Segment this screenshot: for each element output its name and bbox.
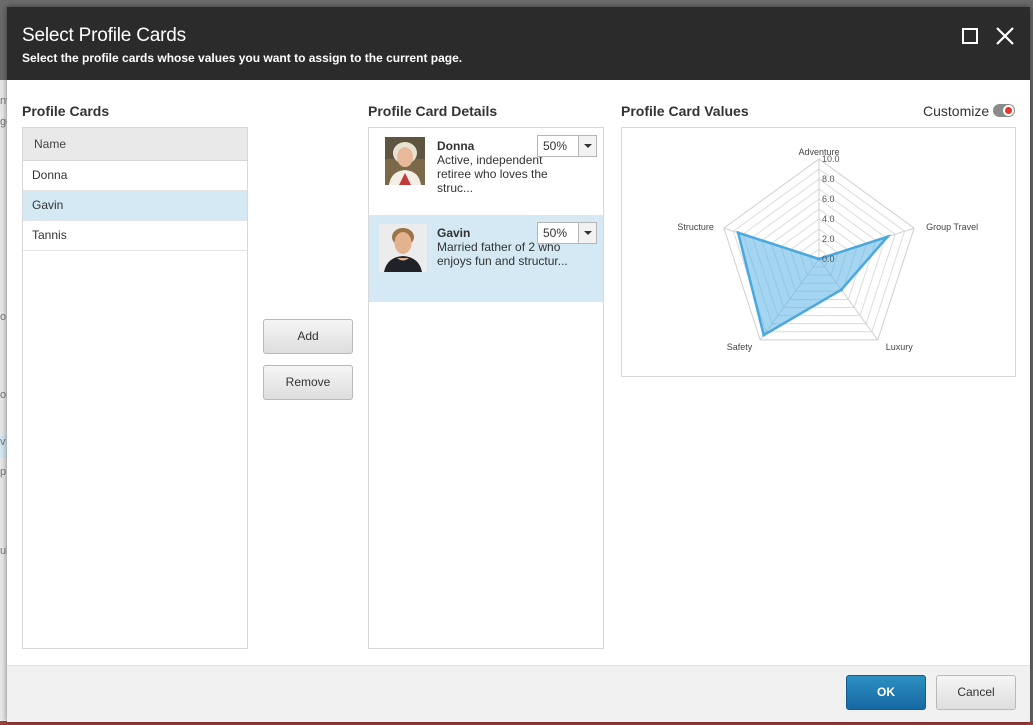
close-button[interactable] [994,25,1016,47]
detail-description: Married father of 2 who enjoys fun and s… [437,240,568,268]
axis-label: Luxury [886,342,914,352]
dialog-subtitle: Select the profile cards whose values yo… [22,51,463,65]
background-text-fragment: or [0,389,7,401]
profile-card-values-heading: Profile Card Values [621,103,749,119]
series-area [736,230,892,337]
data-point [762,333,766,337]
data-point [736,231,740,235]
profile-card-values-chart: 0.0 2.0 4.0 6.0 8.0 10.0 Adventure Group Travel… [621,127,1016,377]
percentage-value: 50% [543,139,568,153]
scale-label: 4.0 [822,214,835,224]
axis-label: Adventure [798,147,839,157]
dialog-footer: OK Cancel [7,665,1030,722]
detail-name: Gavin [437,226,471,240]
data-point [817,257,821,261]
toggle-knob [1003,105,1014,116]
customize-toggle[interactable] [993,104,1015,117]
scale-label: 0.0 [822,254,835,264]
axis-label: Group Travel [926,222,978,232]
background-text-fragment: o [0,311,7,323]
avatar [379,224,427,272]
data-point [885,235,889,239]
background-text-fragment: ge [0,116,7,128]
profile-cards-heading: Profile Cards [22,103,110,119]
profile-card-details-heading: Profile Card Details [368,103,498,119]
percentage-select[interactable]: 50% [537,222,597,244]
list-item[interactable]: Donna [23,161,247,191]
radar-chart: 0.02.04.06.08.010.0AdventureGroup Travel… [677,147,978,352]
chevron-down-icon[interactable] [578,223,596,243]
column-header-name[interactable]: Name [23,128,247,161]
profile-card-details-list: Donna Active, independent retiree who lo… [368,127,604,649]
profile-cards-list: Name Donna Gavin Tannis [22,127,248,649]
chevron-down-icon[interactable] [578,136,596,156]
dialog-header: Select Profile Cards Select the profile … [7,7,1030,80]
axis-label: Structure [677,222,714,232]
ok-button[interactable]: OK [846,675,926,710]
background-text-fragment: p [0,466,7,478]
select-profile-cards-dialog: Select Profile Cards Select the profile … [7,7,1030,722]
detail-description: Active, independent retiree who loves th… [437,153,548,195]
list-item[interactable]: Tannis [23,221,247,251]
background-text-fragment: nt [0,95,7,107]
maximize-button[interactable] [959,25,981,47]
remove-button[interactable]: Remove [263,365,353,400]
detail-item-donna[interactable]: Donna Active, independent retiree who lo… [369,128,603,215]
percentage-value: 50% [543,226,568,240]
maximize-icon [962,28,978,44]
background-text-fragment: v [0,436,7,458]
percentage-select[interactable]: 50% [537,135,597,157]
background-page [0,80,7,725]
scale-label: 2.0 [822,234,835,244]
list-item[interactable]: Gavin [23,191,247,221]
avatar [385,137,433,185]
cancel-button[interactable]: Cancel [936,675,1016,710]
dialog-title: Select Profile Cards [22,25,186,46]
customize-label: Customize [923,103,990,119]
detail-item-gavin[interactable]: Gavin Married father of 2 who enjoys fun… [369,215,603,302]
background-text-fragment: ul [0,545,7,557]
detail-name: Donna [437,139,475,153]
scale-label: 6.0 [822,194,835,204]
add-button[interactable]: Add [263,319,353,354]
scale-label: 8.0 [822,174,835,184]
close-icon [996,27,1014,45]
axis-label: Safety [727,342,753,352]
data-point [839,288,843,292]
